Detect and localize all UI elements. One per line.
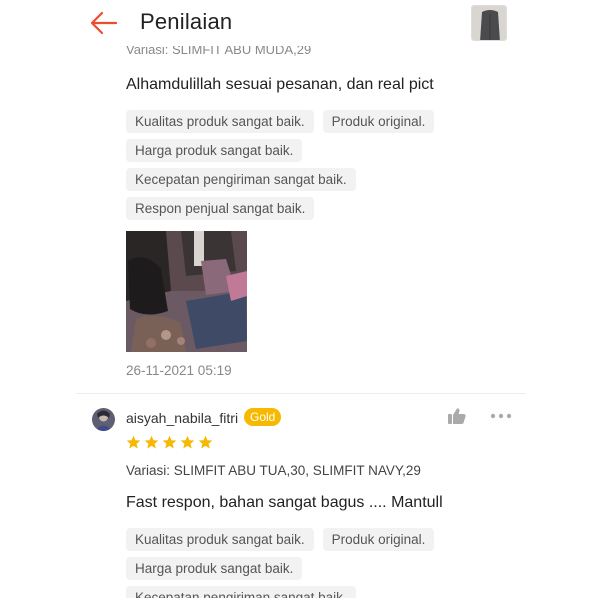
review-tag: Kecepatan pengiriman sangat baik.	[126, 586, 356, 598]
review-tag: Produk original.	[322, 528, 435, 551]
star-icon	[144, 435, 159, 449]
review-tag: Kecepatan pengiriman sangat baik.	[126, 168, 356, 191]
reviewer-username[interactable]: aisyah_nabila_fitri	[126, 410, 238, 426]
avatar[interactable]	[92, 408, 115, 431]
previous-review-variant: Variasi: SLIMFIT ABU MUDA,29	[126, 46, 312, 57]
back-arrow-icon[interactable]	[88, 8, 120, 38]
product-thumbnail[interactable]	[471, 5, 507, 41]
review-variant: Variasi: SLIMFIT ABU TUA,30, SLIMFIT NAV…	[126, 463, 421, 478]
more-dots-icon[interactable]	[489, 407, 513, 425]
star-icon	[126, 435, 141, 449]
star-icon	[162, 435, 177, 449]
review-photo[interactable]	[126, 231, 247, 352]
review-tag: Harga produk sangat baik.	[126, 557, 303, 580]
review-date: 26-11-2021 05:19	[126, 363, 232, 378]
review-tag: Respon penjual sangat baik.	[126, 197, 315, 220]
app-header: Penilaian	[0, 0, 598, 46]
review-tag: Produk original.	[322, 110, 435, 133]
thumbs-up-icon[interactable]	[447, 407, 467, 425]
review-divider	[76, 393, 526, 394]
star-rating	[126, 435, 213, 450]
star-icon	[198, 435, 213, 449]
previous-review-text: Alhamdulillah sesuai pesanan, dan real p…	[126, 76, 434, 93]
review-tag: Kualitas produk sangat baik.	[126, 528, 314, 551]
star-icon	[180, 435, 195, 449]
gold-badge: Gold	[244, 408, 282, 426]
review-tag: Harga produk sangat baik.	[126, 139, 303, 162]
review-text: Fast respon, bahan sangat bagus .... Man…	[126, 494, 443, 511]
previous-review-tags: Kualitas produk sangat baik. Produk orig…	[126, 110, 466, 226]
review-tags: Kualitas produk sangat baik. Produk orig…	[126, 528, 466, 598]
review-tag: Kualitas produk sangat baik.	[126, 110, 314, 133]
page-title: Penilaian	[140, 9, 233, 34]
